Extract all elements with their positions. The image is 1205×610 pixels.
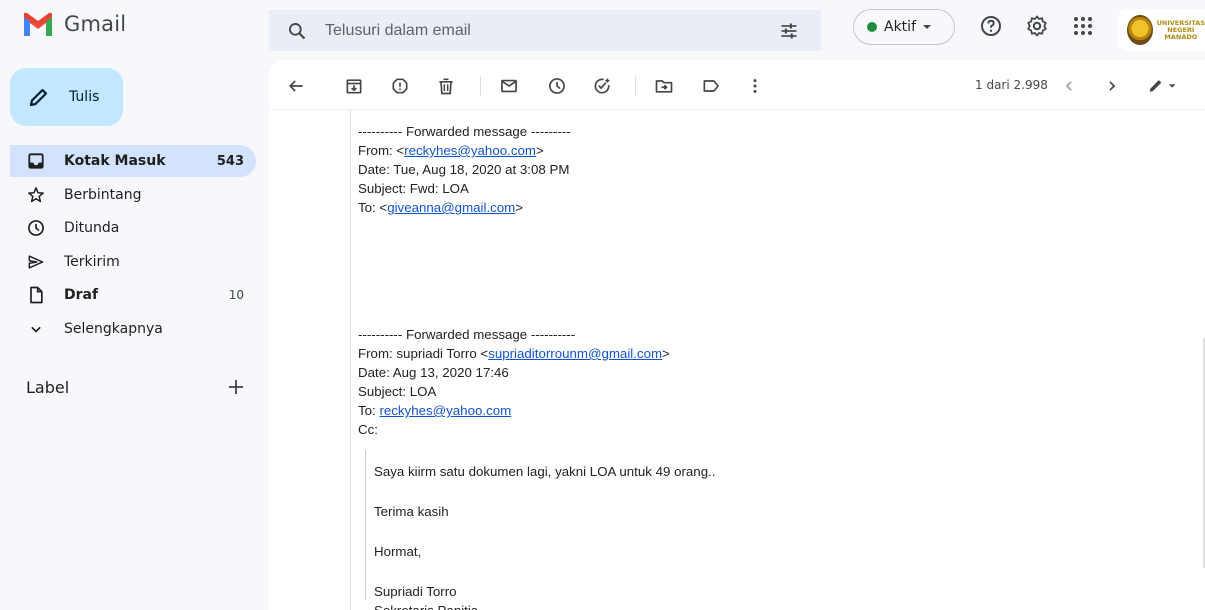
sidebar-item-label: Berbintang bbox=[64, 186, 142, 203]
quoted-message: Saya kiirm satu dokumen lagi, yakni LOA … bbox=[365, 450, 865, 610]
subject-line: Subject: Fwd: LOA bbox=[358, 181, 469, 196]
page-counter: 1 dari 2.998 bbox=[975, 78, 1048, 92]
caret-down-icon bbox=[923, 25, 931, 29]
status-dropdown[interactable]: Aktif bbox=[853, 9, 955, 45]
draft-count: 10 bbox=[228, 288, 244, 302]
gmail-m-icon bbox=[24, 12, 52, 36]
sidebar-item-sent[interactable]: Terkirim bbox=[10, 246, 256, 278]
labels-header: Label bbox=[26, 377, 246, 397]
sidebar-item-label: Selengkapnya bbox=[64, 320, 163, 337]
cc-line: Cc: bbox=[358, 422, 378, 437]
mark-unread-icon[interactable] bbox=[498, 75, 520, 97]
sidebar-item-inbox[interactable]: Kotak Masuk 543 bbox=[10, 145, 256, 177]
forward-header: ---------- Forwarded message ---------- bbox=[358, 327, 576, 342]
account-badge[interactable]: UNIVERSITAS NEGERI MANADO bbox=[1119, 9, 1205, 51]
toolbar-divider bbox=[635, 76, 636, 96]
sidebar-item-drafts[interactable]: Draf 10 bbox=[10, 279, 256, 311]
chevron-right-icon[interactable] bbox=[1101, 75, 1123, 97]
more-icon[interactable] bbox=[744, 75, 766, 97]
help-icon[interactable] bbox=[979, 14, 1003, 38]
clock-icon bbox=[26, 218, 46, 238]
labels-title: Label bbox=[26, 377, 70, 397]
app-name: Gmail bbox=[64, 12, 127, 36]
body-line: Hormat, bbox=[374, 544, 422, 559]
from-line: From: <reckyhes@yahoo.com> bbox=[358, 143, 544, 158]
apps-icon[interactable] bbox=[1071, 14, 1095, 38]
forwarded-block-2: ---------- Forwarded message ---------- … bbox=[358, 325, 670, 439]
input-tools-icon[interactable] bbox=[1143, 75, 1183, 97]
body-line: Terima kasih bbox=[374, 504, 449, 519]
from-line: From: supriadi Torro <supriaditorrounm@g… bbox=[358, 346, 670, 361]
chevron-down-icon bbox=[26, 319, 46, 339]
recipient-email-link[interactable]: reckyhes@yahoo.com bbox=[379, 403, 511, 418]
chevron-left-icon[interactable] bbox=[1058, 75, 1080, 97]
add-task-icon[interactable] bbox=[591, 75, 613, 97]
send-icon bbox=[26, 252, 46, 272]
sidebar-item-label: Kotak Masuk bbox=[64, 153, 166, 169]
forwarded-block-1: ---------- Forwarded message --------- F… bbox=[358, 122, 571, 217]
compose-label: Tulis bbox=[69, 89, 100, 105]
search-icon[interactable] bbox=[287, 21, 307, 41]
sidebar-item-label: Draf bbox=[64, 287, 99, 303]
inbox-icon bbox=[26, 151, 46, 171]
move-to-icon[interactable] bbox=[653, 75, 675, 97]
search-input[interactable] bbox=[325, 21, 745, 40]
report-spam-icon[interactable] bbox=[389, 75, 411, 97]
message-toolbar: 1 dari 2.998 bbox=[269, 60, 1205, 110]
pencil-icon bbox=[29, 88, 48, 107]
unread-count: 543 bbox=[216, 153, 244, 169]
search-bar[interactable] bbox=[269, 10, 821, 51]
recipient-email-link[interactable]: giveanna@gmail.com bbox=[387, 200, 515, 215]
archive-icon[interactable] bbox=[343, 75, 365, 97]
delete-icon[interactable] bbox=[435, 75, 457, 97]
to-line: To: <giveanna@gmail.com> bbox=[358, 200, 524, 215]
back-icon[interactable] bbox=[285, 75, 307, 97]
sidebar-item-snoozed[interactable]: Ditunda bbox=[10, 212, 256, 244]
org-name: UNIVERSITAS NEGERI MANADO bbox=[1156, 18, 1205, 41]
forward-header: ---------- Forwarded message --------- bbox=[358, 124, 571, 139]
to-line: To: reckyhes@yahoo.com bbox=[358, 403, 512, 418]
date-line: Date: Tue, Aug 18, 2020 at 3:08 PM bbox=[358, 162, 570, 177]
gmail-logo[interactable]: Gmail bbox=[22, 12, 126, 36]
message-body: ---------- Forwarded message --------- F… bbox=[350, 110, 1205, 610]
star-icon bbox=[26, 185, 46, 205]
sidebar-item-starred[interactable]: Berbintang bbox=[10, 179, 256, 211]
label-icon[interactable] bbox=[700, 75, 722, 97]
snooze-icon[interactable] bbox=[546, 75, 568, 97]
sender-email-link[interactable]: supriaditorrounm@gmail.com bbox=[488, 346, 662, 361]
sender-email-link[interactable]: reckyhes@yahoo.com bbox=[404, 143, 536, 158]
sidebar-item-more[interactable]: Selengkapnya bbox=[10, 313, 256, 345]
signature-name: Supriadi Torro bbox=[374, 584, 457, 599]
status-dot bbox=[867, 22, 877, 32]
subject-line: Subject: LOA bbox=[358, 384, 437, 399]
add-label-icon[interactable] bbox=[226, 377, 246, 397]
message-panel: 1 dari 2.998 ---------- Forwarded messag… bbox=[269, 60, 1205, 610]
status-label: Aktif bbox=[884, 19, 916, 35]
sidebar-item-label: Ditunda bbox=[64, 220, 120, 236]
university-seal-icon bbox=[1127, 15, 1153, 45]
toolbar-divider bbox=[480, 76, 481, 96]
sidebar-item-label: Terkirim bbox=[64, 253, 120, 270]
compose-button[interactable]: Tulis bbox=[10, 68, 123, 126]
settings-icon[interactable] bbox=[1025, 14, 1049, 38]
tune-icon[interactable] bbox=[779, 21, 799, 41]
draft-icon bbox=[26, 285, 46, 305]
sidebar-nav: Kotak Masuk 543 Berbintang Ditunda Terki… bbox=[10, 145, 256, 346]
body-line: Saya kiirm satu dokumen lagi, yakni LOA … bbox=[374, 464, 716, 479]
signature-title: Sekretaris Panitia bbox=[374, 601, 478, 610]
date-line: Date: Aug 13, 2020 17:46 bbox=[358, 365, 509, 380]
